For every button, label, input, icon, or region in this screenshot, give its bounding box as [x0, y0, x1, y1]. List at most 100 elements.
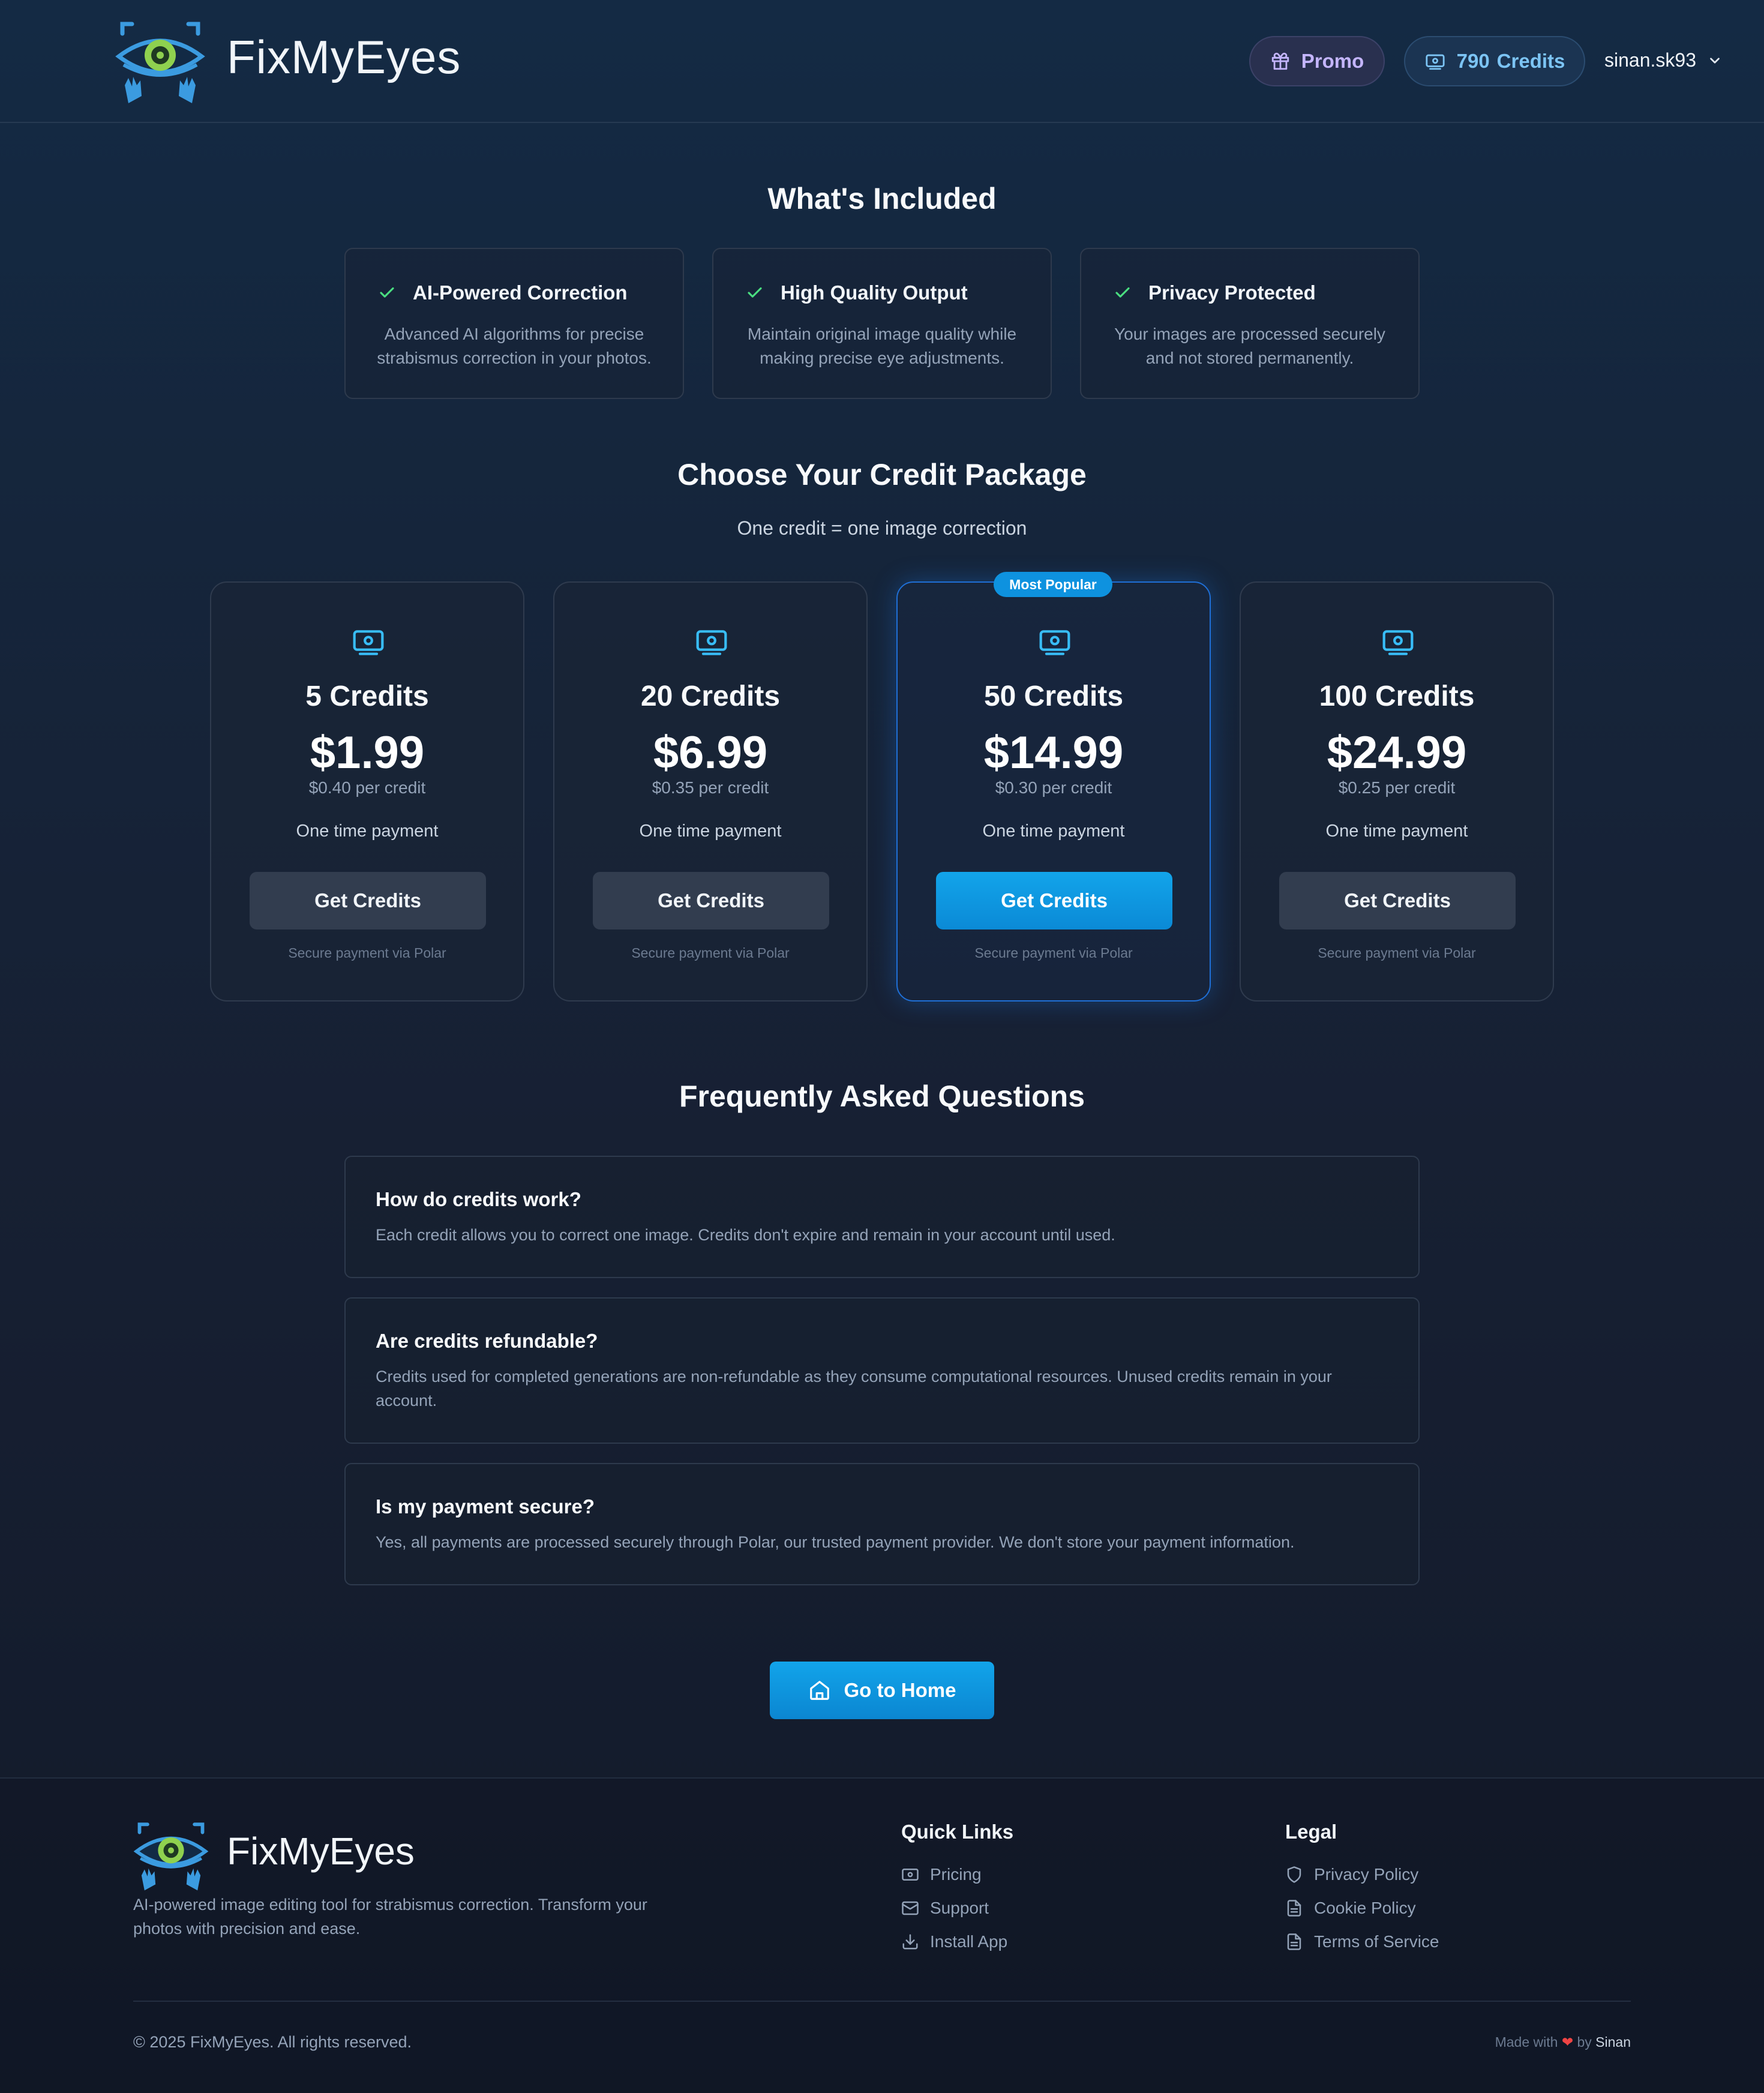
secure-payment-note: Secure payment via Polar	[288, 945, 446, 961]
footer-divider	[133, 2001, 1631, 2002]
faq-answer: Credits used for completed generations a…	[376, 1368, 1332, 1410]
package-payment-type: One time payment	[639, 821, 782, 841]
go-home-button[interactable]: Go to Home	[770, 1662, 994, 1719]
footer-link-label: Support	[930, 1899, 989, 1917]
package-name: 100 Credits	[1319, 680, 1475, 712]
copyright: © 2025 FixMyEyes. All rights reserved.	[133, 2033, 412, 2051]
banknote-icon	[1382, 630, 1414, 655]
user-menu[interactable]: sinan.sk93	[1604, 49, 1723, 71]
most-popular-badge: Most Popular	[994, 572, 1112, 597]
footer-link-support[interactable]: Support	[901, 1899, 989, 1918]
feature-title: Privacy Protected	[1148, 281, 1316, 304]
package-price: $14.99	[983, 727, 1124, 778]
feature-title: AI-Powered Correction	[413, 281, 628, 304]
feature-title: High Quality Output	[781, 281, 968, 304]
faq-title: Frequently Asked Questions	[679, 1080, 1085, 1113]
footer-brand: FixMyEyes	[227, 1830, 415, 1873]
promo-button[interactable]: Promo	[1249, 36, 1385, 86]
shield-icon	[1287, 1866, 1301, 1883]
go-home-label: Go to Home	[844, 1679, 956, 1701]
footer: FixMyEyes AI-powered image editing tool …	[0, 1777, 1764, 2093]
secure-payment-note: Secure payment via Polar	[631, 945, 790, 961]
footer-description: AI-powered image editing tool for strabi…	[133, 1896, 647, 1938]
brand-name[interactable]: FixMyEyes	[227, 30, 461, 85]
faq-item: Are credits refundable? Credits used for…	[344, 1297, 1420, 1444]
package-card-5: 5 Credits $1.99 $0.40 per credit One tim…	[210, 581, 524, 1001]
feature-description: Your images are processed securely and n…	[1114, 325, 1385, 367]
mail-icon	[902, 1901, 919, 1915]
feature-description: Maintain original image quality while ma…	[747, 325, 1017, 367]
check-icon	[380, 287, 394, 298]
package-card-50: 50 Credits $14.99 $0.30 per credit One t…	[896, 581, 1211, 1001]
download-icon	[902, 1934, 918, 1950]
quick-links-title: Quick Links	[901, 1821, 1014, 1843]
made-with-note: Made with ❤ by Sinan	[1495, 2034, 1631, 2050]
banknote-icon	[696, 630, 727, 655]
get-credits-button[interactable]: Get Credits	[936, 872, 1172, 929]
footer-link-label: Install App	[930, 1932, 1008, 1951]
top-navbar: FixMyEyes Promo 790 Credits sinan.sk93	[0, 0, 1764, 123]
home-icon	[809, 1681, 829, 1700]
get-credits-button[interactable]: Get Credits	[1279, 872, 1516, 929]
credits-label: Credits	[1496, 50, 1565, 72]
credits-balance-button[interactable]: 790 Credits	[1404, 36, 1585, 86]
footer-link-pricing[interactable]: Pricing	[901, 1865, 982, 1884]
document-icon	[1287, 1933, 1301, 1950]
get-credits-button[interactable]: Get Credits	[250, 872, 486, 929]
package-payment-type: One time payment	[1325, 821, 1468, 841]
footer-link-cookie-policy[interactable]: Cookie Policy	[1285, 1899, 1416, 1918]
package-card-20: 20 Credits $6.99 $0.35 per credit One ti…	[553, 581, 868, 1001]
heart-icon: ❤	[1561, 2034, 1574, 2050]
package-per-credit: $0.30 per credit	[995, 778, 1112, 797]
footer-link-terms-of-service[interactable]: Terms of Service	[1285, 1932, 1439, 1951]
package-name: 50 Credits	[983, 680, 1124, 712]
author-link[interactable]: Sinan	[1595, 2034, 1631, 2050]
package-per-credit: $0.35 per credit	[652, 778, 769, 797]
packages-title: Choose Your Credit Package	[677, 458, 1087, 491]
faq-answer: Each credit allows you to correct one im…	[376, 1226, 1115, 1244]
package-payment-type: One time payment	[296, 821, 439, 841]
check-icon	[1115, 287, 1130, 298]
legal-title: Legal	[1285, 1821, 1337, 1843]
banknote-icon	[353, 630, 384, 655]
faq-item: How do credits work? Each credit allows …	[344, 1156, 1420, 1278]
package-per-credit: $0.40 per credit	[308, 778, 426, 797]
included-title: What's Included	[767, 182, 997, 215]
footer-link-privacy-policy[interactable]: Privacy Policy	[1285, 1865, 1418, 1884]
credits-count: 790	[1456, 50, 1490, 72]
faq-answer: Yes, all payments are processed securely…	[376, 1533, 1295, 1551]
logo-eye-icon[interactable]	[115, 18, 205, 104]
package-per-credit: $0.25 per credit	[1338, 778, 1456, 797]
package-price: $6.99	[653, 727, 768, 778]
logo-eye-icon[interactable]	[133, 1819, 209, 1891]
username: sinan.sk93	[1604, 49, 1696, 71]
footer-link-label: Privacy Policy	[1314, 1865, 1419, 1884]
made-by-label: by	[1577, 2034, 1592, 2050]
banknote-icon	[1426, 54, 1445, 70]
feature-card: Privacy Protected Your images are proces…	[1080, 248, 1420, 399]
faq-question: Are credits refundable?	[376, 1330, 598, 1352]
package-payment-type: One time payment	[982, 821, 1125, 841]
footer-link-label: Terms of Service	[1314, 1932, 1439, 1951]
secure-payment-note: Secure payment via Polar	[1318, 945, 1476, 961]
feature-card: AI-Powered Correction Advanced AI algori…	[344, 248, 684, 399]
feature-description: Advanced AI algorithms for precise strab…	[377, 325, 652, 367]
secure-payment-note: Secure payment via Polar	[974, 945, 1133, 961]
get-credits-button[interactable]: Get Credits	[593, 872, 829, 929]
check-icon	[748, 287, 762, 298]
gift-icon	[1271, 52, 1289, 70]
faq-item: Is my payment secure? Yes, all payments …	[344, 1463, 1420, 1585]
banknote-icon	[1039, 630, 1070, 655]
made-with-label: Made with	[1495, 2034, 1558, 2050]
banknote-icon	[902, 1869, 919, 1881]
promo-label: Promo	[1301, 50, 1364, 72]
faq-question: How do credits work?	[376, 1188, 581, 1210]
packages-subtitle: One credit = one image correction	[737, 517, 1027, 539]
footer-link-install-app[interactable]: Install App	[901, 1932, 1007, 1951]
feature-card: High Quality Output Maintain original im…	[712, 248, 1052, 399]
package-name: 5 Credits	[305, 680, 429, 712]
footer-link-label: Pricing	[930, 1865, 982, 1884]
faq-question: Is my payment secure?	[376, 1495, 595, 1518]
package-price: $24.99	[1327, 727, 1467, 778]
chevron-down-icon	[1710, 57, 1720, 64]
